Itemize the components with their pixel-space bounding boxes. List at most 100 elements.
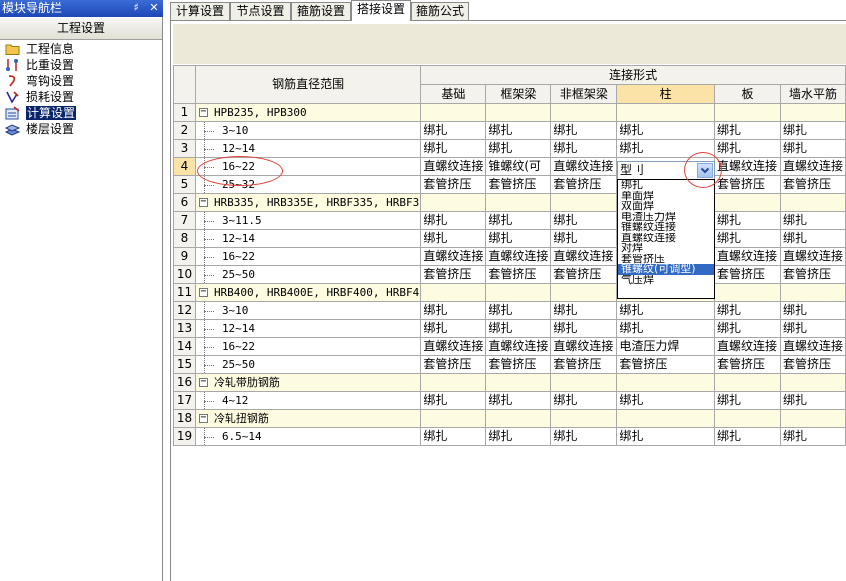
tab-2[interactable]: 箍筋设置: [291, 2, 351, 20]
connection-cell[interactable]: 绑扎: [420, 319, 487, 338]
connection-cell[interactable]: 套管挤压: [713, 355, 781, 374]
collapse-icon[interactable]: −: [198, 287, 208, 297]
nav-section-header[interactable]: 工程设置: [0, 18, 162, 40]
row-number[interactable]: 11: [173, 283, 196, 302]
connection-cell[interactable]: 直螺纹连接: [550, 247, 618, 266]
connection-cell[interactable]: 套管挤压: [550, 355, 618, 374]
connection-cell[interactable]: 套管挤压: [713, 175, 781, 194]
connection-cell[interactable]: 直螺纹连接: [713, 337, 781, 356]
column-header-2[interactable]: 非框架梁: [550, 84, 618, 104]
connection-cell[interactable]: 绑扎: [713, 229, 781, 248]
tab-1[interactable]: 节点设置: [230, 2, 291, 20]
connection-cell[interactable]: 绑扎: [779, 427, 846, 446]
connection-cell[interactable]: 套管挤压: [420, 175, 487, 194]
connection-cell[interactable]: 绑扎: [550, 319, 618, 338]
connection-cell[interactable]: 绑扎: [485, 121, 552, 140]
connection-cell[interactable]: 绑扎: [420, 211, 487, 230]
row-number[interactable]: 18: [173, 409, 196, 428]
column-header-4[interactable]: 板: [713, 84, 781, 104]
connection-cell[interactable]: 绑扎: [616, 301, 715, 320]
connection-cell[interactable]: 绑扎: [420, 391, 487, 410]
connection-cell[interactable]: 电渣压力焊: [616, 337, 715, 356]
nav-item-1[interactable]: 比重设置: [0, 57, 162, 73]
connection-cell[interactable]: 套管挤压: [420, 355, 487, 374]
connection-cell[interactable]: 直螺纹连接: [420, 247, 487, 266]
nav-item-5[interactable]: 楼层设置: [0, 121, 162, 137]
connection-cell[interactable]: 绑扎: [779, 211, 846, 230]
connection-cell[interactable]: 直螺纹连接: [550, 157, 618, 176]
connection-cell[interactable]: 直螺纹连接: [713, 247, 781, 266]
row-number[interactable]: 19: [173, 427, 196, 446]
collapse-icon[interactable]: −: [198, 107, 208, 117]
row-number[interactable]: 3: [173, 139, 196, 158]
connection-cell[interactable]: 绑扎: [779, 319, 846, 338]
connection-cell[interactable]: 直螺纹连接: [485, 337, 552, 356]
combo-value[interactable]: 型刂: [620, 162, 644, 179]
connection-cell[interactable]: 绑扎: [420, 229, 487, 248]
dropdown-option[interactable]: 对焊: [618, 243, 714, 254]
tab-4[interactable]: 箍筋公式: [411, 2, 469, 20]
connection-cell[interactable]: 套管挤压: [485, 355, 552, 374]
row-number[interactable]: 6: [173, 193, 196, 212]
connection-cell[interactable]: 绑扎: [485, 427, 552, 446]
connection-cell[interactable]: 直螺纹连接: [420, 157, 487, 176]
dropdown-option[interactable]: 单面焊: [618, 191, 714, 202]
tab-3[interactable]: 搭接设置: [351, 0, 411, 21]
row-number[interactable]: 9: [173, 247, 196, 266]
dropdown-option[interactable]: 电渣压力焊: [618, 212, 714, 223]
connection-cell[interactable]: 直螺纹连接: [550, 337, 618, 356]
row-number[interactable]: 16: [173, 373, 196, 392]
connection-cell[interactable]: 套管挤压: [616, 355, 715, 374]
dropdown-option[interactable]: 套管挤压: [618, 254, 714, 265]
nav-item-2[interactable]: 弯钩设置: [0, 73, 162, 89]
close-icon[interactable]: ✕: [147, 1, 161, 15]
connection-cell[interactable]: 绑扎: [420, 121, 487, 140]
row-number[interactable]: 8: [173, 229, 196, 248]
connection-cell[interactable]: 绑扎: [420, 139, 487, 158]
connection-cell[interactable]: 直螺纹连接: [420, 337, 487, 356]
connection-cell[interactable]: 直螺纹连接: [713, 157, 781, 176]
connection-cell[interactable]: 绑扎: [550, 211, 618, 230]
connection-cell[interactable]: 套管挤压: [779, 175, 846, 194]
connection-cell[interactable]: 套管挤压: [550, 265, 618, 284]
connection-cell[interactable]: 绑扎: [550, 301, 618, 320]
connection-cell[interactable]: 绑扎: [779, 229, 846, 248]
connection-cell[interactable]: 锥螺纹(可: [485, 157, 552, 176]
connection-cell[interactable]: 绑扎: [713, 211, 781, 230]
connection-cell[interactable]: 绑扎: [616, 427, 715, 446]
connection-cell[interactable]: 绑扎: [713, 301, 781, 320]
connection-cell[interactable]: 绑扎: [550, 139, 618, 158]
connection-cell[interactable]: 套管挤压: [779, 355, 846, 374]
row-number[interactable]: 10: [173, 265, 196, 284]
column-header-5[interactable]: 墙水平筋: [779, 84, 846, 104]
dropdown-option[interactable]: 直螺纹连接: [618, 233, 714, 244]
nav-item-0[interactable]: 工程信息: [0, 41, 162, 57]
connection-cell[interactable]: 绑扎: [616, 391, 715, 410]
collapse-icon[interactable]: −: [198, 197, 208, 207]
connection-cell[interactable]: 直螺纹连接: [779, 247, 846, 266]
connection-cell[interactable]: 套管挤压: [550, 175, 618, 194]
connection-cell[interactable]: 直螺纹连接: [485, 247, 552, 266]
connection-cell[interactable]: 直螺纹连接: [779, 337, 846, 356]
connection-cell[interactable]: 套管挤压: [420, 265, 487, 284]
connection-cell[interactable]: 绑扎: [713, 121, 781, 140]
connection-cell[interactable]: 绑扎: [713, 391, 781, 410]
row-number[interactable]: 4: [173, 157, 196, 176]
connection-cell[interactable]: 绑扎: [616, 319, 715, 338]
connection-cell[interactable]: 绑扎: [779, 301, 846, 320]
connection-cell[interactable]: 绑扎: [616, 121, 715, 140]
row-number[interactable]: 15: [173, 355, 196, 374]
connection-cell[interactable]: 绑扎: [420, 427, 487, 446]
connection-cell[interactable]: 绑扎: [485, 211, 552, 230]
connection-cell[interactable]: 绑扎: [485, 229, 552, 248]
row-number[interactable]: 14: [173, 337, 196, 356]
tab-0[interactable]: 计算设置: [170, 2, 230, 20]
column-header-3[interactable]: 柱: [616, 84, 715, 104]
column-header-0[interactable]: 基础: [420, 84, 487, 104]
connection-cell[interactable]: 套管挤压: [779, 265, 846, 284]
column-header-1[interactable]: 框架梁: [485, 84, 552, 104]
dropdown-option[interactable]: 双面焊: [618, 201, 714, 212]
connection-cell[interactable]: 直螺纹连接: [779, 157, 846, 176]
connection-cell[interactable]: 绑扎: [779, 391, 846, 410]
dropdown-option[interactable]: 锥螺纹连接: [618, 222, 714, 233]
